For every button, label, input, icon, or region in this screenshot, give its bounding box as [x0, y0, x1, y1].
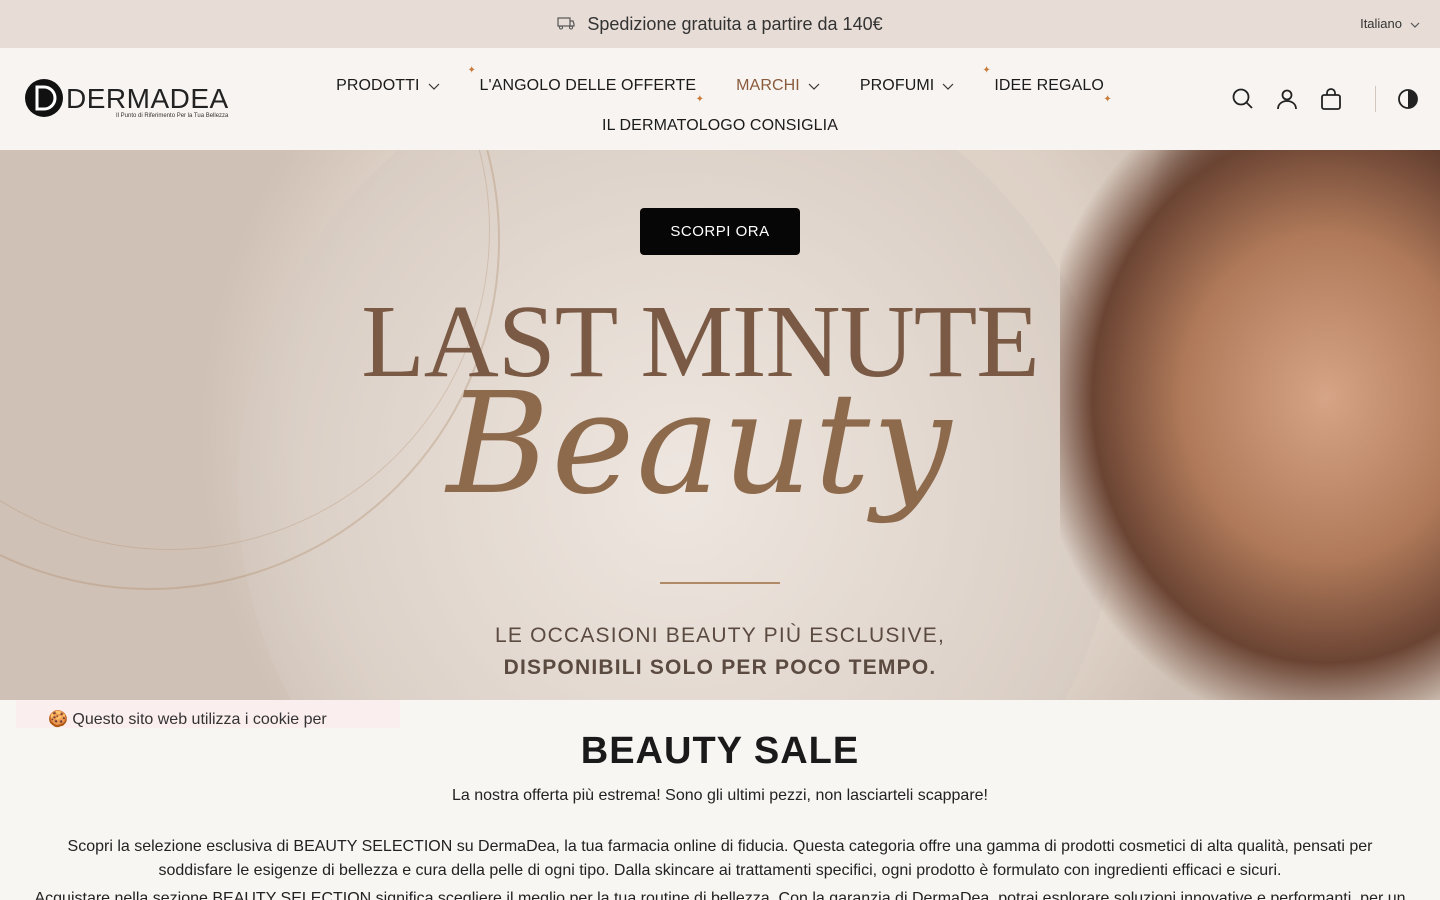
svg-text:DERMADEA: DERMADEA: [66, 83, 229, 114]
announcement-text: Spedizione gratuita a partire da 140€: [587, 13, 883, 34]
hero-subtitle-line1: LE OCCASIONI BEAUTY PIÙ ESCLUSIVE,: [494, 624, 946, 647]
site-header: DERMADEA Il Punto di Riferimento Per la …: [0, 48, 1440, 150]
nav-label: PRODOTTI: [336, 77, 420, 94]
nav-label: MARCHI: [736, 77, 800, 94]
nav-item-profumi[interactable]: PROFUMI: [860, 77, 954, 95]
truck-icon: [557, 14, 575, 35]
hero-banner[interactable]: SCORPI ORA LAST MINUTE Beauty LE OCCASIO…: [0, 150, 1440, 700]
logo[interactable]: DERMADEA Il Punto di Riferimento Per la …: [24, 78, 250, 120]
hero-model-image: [1060, 150, 1440, 700]
nav-label: PROFUMI: [859, 77, 935, 94]
sparkle-icon: ✦: [695, 94, 705, 105]
language-label: Italiano: [1360, 16, 1402, 31]
language-selector[interactable]: Italiano: [1360, 16, 1420, 31]
hero-subtitle-line2: DISPONIBILI SOLO PER POCO TEMPO.: [503, 656, 937, 679]
svg-text:Il Punto di Riferimento Per la: Il Punto di Riferimento Per la Tua Belle…: [116, 113, 229, 119]
sparkle-icon: ✦: [1103, 94, 1112, 105]
header-icons: [1211, 86, 1420, 112]
chevron-down-icon: [428, 83, 439, 90]
main-nav: PRODOTTI ✦ L'ANGOLO DELLE OFFERTE ✦ MARC…: [320, 65, 1120, 146]
nav-item-marchi[interactable]: MARCHI: [736, 77, 820, 95]
cart-icon[interactable]: [1319, 87, 1343, 111]
hero-divider: [660, 582, 780, 584]
category-content: BEAUTY SALE La nostra offerta più estrem…: [0, 700, 1440, 900]
cookie-banner[interactable]: 🍪 Questo sito web utilizza i cookie per: [16, 700, 400, 728]
contrast-icon[interactable]: [1396, 87, 1420, 111]
sparkle-icon: ✦: [467, 65, 477, 76]
hero-script-title: Beauty: [446, 363, 954, 526]
chevron-down-icon: [808, 83, 820, 90]
sparkle-icon: ✦: [982, 65, 991, 76]
description-paragraph: Scopri la selezione esclusiva di BEAUTY …: [67, 838, 1373, 879]
nav-label: IDEE REGALO: [994, 77, 1104, 94]
nav-label: L'ANGOLO DELLE OFFERTE: [479, 77, 697, 94]
account-icon[interactable]: [1275, 87, 1299, 111]
cookie-text: 🍪 Questo sito web utilizza i cookie per: [48, 711, 327, 728]
chevron-down-icon: [942, 83, 954, 90]
divider: [1375, 86, 1376, 112]
nav-item-prodotti[interactable]: PRODOTTI: [336, 77, 439, 95]
hero-subtitle: LE OCCASIONI BEAUTY PIÙ ESCLUSIVE, DISPO…: [400, 620, 1040, 684]
intro-text: La nostra offerta più estrema! Sono gli …: [452, 787, 988, 804]
page-title: BEAUTY SALE: [580, 730, 860, 772]
nav-item-dermatologo[interactable]: IL DERMATOLOGO CONSIGLIA: [602, 117, 838, 135]
scopri-ora-button[interactable]: SCORPI ORA: [640, 208, 800, 255]
nav-label: IL DERMATOLOGO CONSIGLIA: [602, 117, 838, 134]
chevron-down-icon: [1410, 16, 1420, 31]
search-icon[interactable]: [1231, 87, 1255, 111]
nav-item-idee-regalo[interactable]: ✦ IDEE REGALO ✦: [982, 65, 1111, 105]
description-paragraph: Acquistare nella sezione BEAUTY SELECTIO…: [34, 890, 1406, 900]
nav-item-offerte[interactable]: ✦ L'ANGOLO DELLE OFFERTE ✦: [468, 65, 704, 105]
announcement-bar: Spedizione gratuita a partire da 140€ It…: [0, 0, 1440, 48]
